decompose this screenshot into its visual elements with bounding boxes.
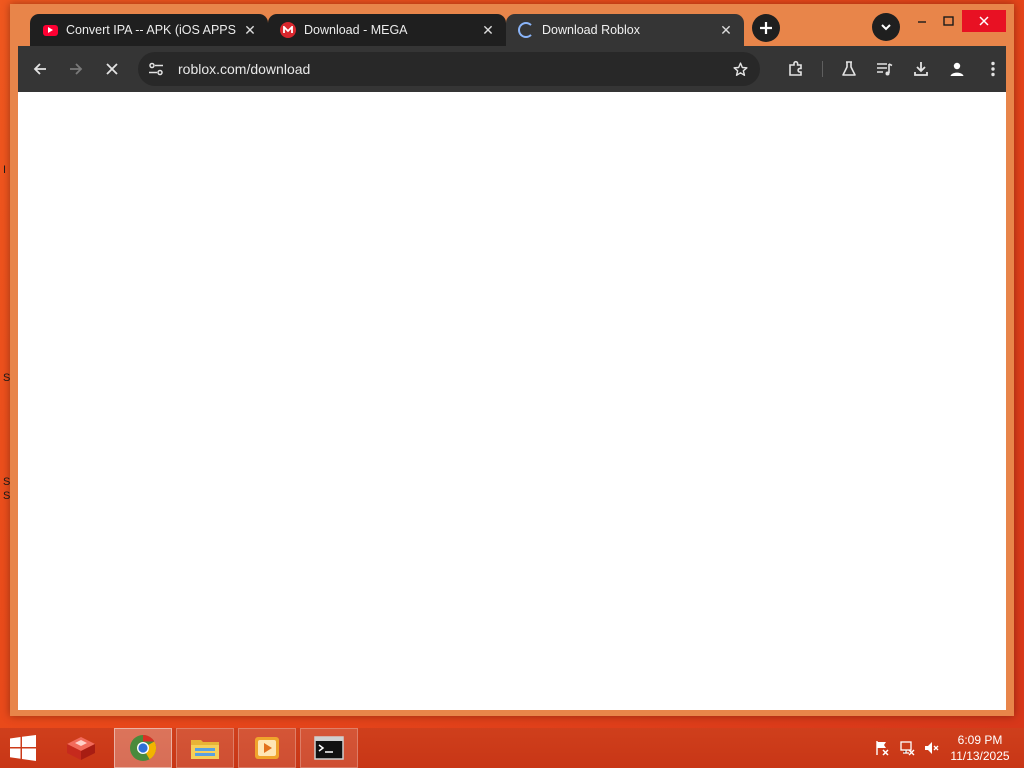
chrome-icon [130, 734, 157, 761]
tab-convert-ipa[interactable]: Convert IPA -- APK (iOS APPS C ✕ [30, 14, 268, 46]
tab-label: Download - MEGA [304, 23, 408, 37]
taskbar-chrome[interactable] [114, 728, 172, 768]
tab-label: Convert IPA -- APK (iOS APPS C [66, 23, 236, 37]
media-queue-icon [877, 63, 893, 76]
close-icon[interactable]: ✕ [242, 22, 258, 38]
minimize-icon [918, 21, 926, 23]
desktop-icon-fragment: I [3, 164, 7, 176]
profile-icon [950, 62, 964, 76]
maximize-icon [942, 16, 954, 26]
star-icon[interactable] [730, 59, 750, 79]
plus-icon [760, 22, 772, 34]
app-red-box-icon [67, 737, 95, 760]
tab-strip: Convert IPA -- APK (iOS APPS C ✕ Downloa… [10, 4, 1014, 46]
chevron-down-icon [881, 24, 891, 31]
browser-toolbar: roblox.com/download [18, 46, 1006, 92]
media-queue-button[interactable] [871, 55, 899, 83]
browser-window: Convert IPA -- APK (iOS APPS C ✕ Downloa… [10, 4, 1014, 716]
toolbar-separator [822, 61, 823, 77]
taskbar-media-player[interactable] [238, 728, 296, 768]
labs-flask-icon [842, 61, 856, 76]
youtube-icon [42, 22, 58, 38]
close-icon[interactable]: ✕ [718, 22, 734, 38]
taskbar-command-prompt[interactable] [300, 728, 358, 768]
network-icon[interactable] [898, 740, 916, 756]
downloads-button[interactable] [907, 55, 935, 83]
address-bar[interactable]: roblox.com/download [138, 52, 760, 86]
command-prompt-icon [314, 736, 344, 760]
loading-spinner-icon [518, 22, 534, 38]
start-button[interactable] [8, 734, 38, 762]
page-content[interactable] [18, 92, 1006, 710]
extensions-button[interactable] [782, 55, 810, 83]
close-icon [979, 16, 989, 26]
volume-muted-icon[interactable] [922, 740, 940, 756]
tab-search-button[interactable] [872, 13, 900, 41]
start-windows-icon [10, 735, 36, 761]
taskbar-file-explorer[interactable] [176, 728, 234, 768]
tab-label: Download Roblox [542, 23, 640, 37]
back-button[interactable] [26, 55, 54, 83]
tune-icon[interactable] [146, 59, 166, 79]
x-stop-icon [106, 63, 118, 75]
arrow-right-icon [70, 63, 83, 75]
taskbar: 6:09 PM 11/13/2025 [0, 728, 1024, 768]
system-clock[interactable]: 6:09 PM 11/13/2025 [944, 732, 1016, 764]
file-explorer-icon [191, 740, 219, 759]
clock-date: 11/13/2025 [950, 749, 1010, 763]
tab-download-roblox[interactable]: Download Roblox ✕ [506, 14, 744, 46]
menu-button[interactable] [979, 55, 1007, 83]
url-text: roblox.com/download [178, 61, 311, 77]
taskbar-app-red[interactable] [52, 728, 110, 768]
more-vert-icon [991, 61, 995, 77]
download-icon [914, 62, 928, 76]
action-center-flag-icon[interactable] [873, 740, 891, 756]
tab-mega[interactable]: Download - MEGA ✕ [268, 14, 506, 46]
close-window-button[interactable] [962, 10, 1006, 32]
minimize-button[interactable] [908, 10, 936, 32]
mega-icon [280, 22, 296, 38]
profile-button[interactable] [943, 55, 971, 83]
clock-time: 6:09 PM [957, 733, 1003, 747]
maximize-button[interactable] [934, 10, 962, 32]
forward-button[interactable] [62, 55, 90, 83]
labs-button[interactable] [835, 55, 863, 83]
new-tab-button[interactable] [752, 14, 780, 42]
media-player-icon [255, 737, 279, 759]
close-icon[interactable]: ✕ [480, 22, 496, 38]
stop-loading-button[interactable] [98, 55, 126, 83]
arrow-left-icon [33, 63, 46, 75]
extensions-icon [789, 60, 802, 76]
